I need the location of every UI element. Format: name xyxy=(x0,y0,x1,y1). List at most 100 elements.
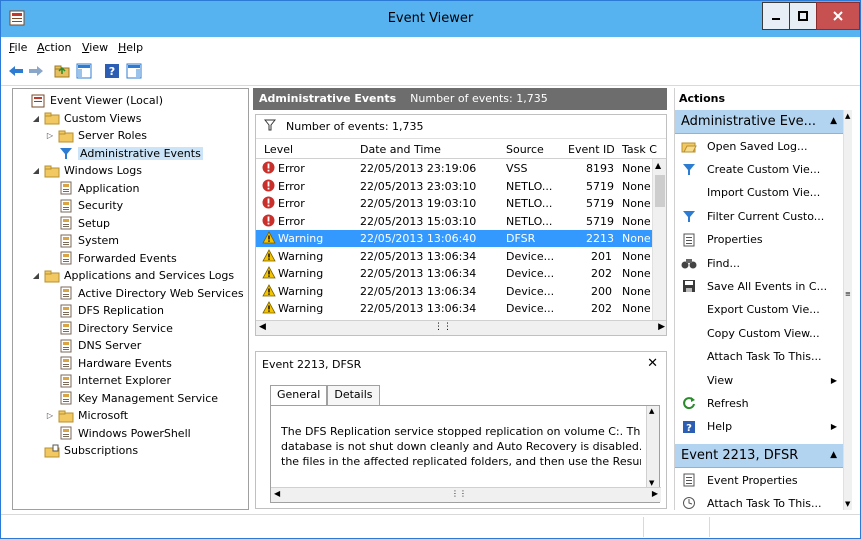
menu-view[interactable]: View xyxy=(82,41,108,54)
event-description[interactable]: The DFS Replication service stopped repl… xyxy=(270,405,661,503)
expand-toggle-icon[interactable]: ◢ xyxy=(31,271,41,280)
folder-up-icon[interactable] xyxy=(53,62,71,80)
tree-item-dfs-replication[interactable]: DFS Replication xyxy=(45,302,164,319)
menu-file[interactable]: File xyxy=(9,41,27,54)
event-id: 201 xyxy=(591,249,612,263)
back-icon[interactable] xyxy=(7,62,25,80)
event-row[interactable]: Warning 22/05/2013 13:06:34 Device... 201 No… xyxy=(256,248,654,265)
expand-toggle-icon[interactable]: ◢ xyxy=(31,114,41,123)
col-date[interactable]: Date and Time xyxy=(360,143,441,156)
action-view[interactable]: View ▶ xyxy=(675,369,845,391)
folder-icon xyxy=(44,269,60,283)
forward-icon[interactable] xyxy=(27,62,45,80)
tree-item-label: Hardware Events xyxy=(78,356,172,370)
event-row[interactable]: Warning 22/05/2013 13:06:34 Device... 202 No… xyxy=(256,300,654,317)
action-import-custom-vie[interactable]: Import Custom Vie... xyxy=(675,182,845,204)
actions-group-administrative-events[interactable]: Administrative Eve... ▲ xyxy=(675,110,845,134)
action-find[interactable]: Find... xyxy=(675,252,845,274)
action-label: Event Properties xyxy=(707,473,798,487)
action-copy-custom-view[interactable]: Copy Custom View... xyxy=(675,322,845,344)
action-refresh[interactable]: Refresh xyxy=(675,392,845,414)
tree-item-internet-explorer[interactable]: Internet Explorer xyxy=(45,372,171,389)
description-hscroll[interactable]: ◀ ⋮⋮ ▶ xyxy=(271,487,661,502)
action-create-custom-vie[interactable]: Create Custom Vie... xyxy=(675,158,845,180)
action-attach-task-to-this[interactable]: Attach Task To This... xyxy=(675,346,845,368)
tree-item-administrative-events[interactable]: Administrative Events xyxy=(45,145,203,162)
action-save-all-events-in-c[interactable]: Save All Events in C... xyxy=(675,275,845,297)
scroll-left-icon[interactable]: ◀ xyxy=(259,322,266,332)
actions-group-event[interactable]: Event 2213, DFSR ▲ xyxy=(675,444,845,468)
expand-toggle-icon[interactable]: ▷ xyxy=(45,131,55,140)
actions-vscroll[interactable]: ▲ ≡ ▼ xyxy=(843,110,852,510)
action-attach-task-to-this[interactable]: Attach Task To This... xyxy=(675,492,845,514)
tree-item-microsoft[interactable]: ▷ Microsoft xyxy=(45,407,128,424)
event-row[interactable]: Error 22/05/2013 15:03:10 NETLO... 5719 None xyxy=(256,213,654,230)
menu-action[interactable]: Action xyxy=(37,41,71,54)
event-row[interactable]: Error 22/05/2013 23:19:06 VSS 8193 None xyxy=(256,160,654,177)
close-button[interactable] xyxy=(816,2,860,30)
col-event-id[interactable]: Event ID xyxy=(568,143,615,156)
event-date: 22/05/2013 15:03:10 xyxy=(360,214,477,228)
tree-item-server-roles[interactable]: ▷ Server Roles xyxy=(45,127,147,144)
tree-item-subscriptions[interactable]: Subscriptions xyxy=(31,442,138,459)
show-hide-tree-icon[interactable] xyxy=(75,62,93,80)
event-list-hscroll[interactable]: ◀ ⋮⋮ ▶ xyxy=(256,320,666,335)
tree-item-hardware-events[interactable]: Hardware Events xyxy=(45,355,172,372)
tree-item-security[interactable]: Security xyxy=(45,197,123,214)
event-source: Device... xyxy=(506,284,555,298)
tree-item-windows-powershell[interactable]: Windows PowerShell xyxy=(45,425,191,442)
action-event-properties[interactable]: Event Properties xyxy=(675,469,845,491)
svg-text:?: ? xyxy=(109,65,115,78)
tree-item-application[interactable]: Application xyxy=(45,180,139,197)
tree-item-key-management-service[interactable]: Key Management Service xyxy=(45,390,218,407)
close-detail-icon[interactable]: ✕ xyxy=(647,356,658,371)
tab-details[interactable]: Details xyxy=(327,385,380,405)
menu-help[interactable]: Help xyxy=(118,41,143,54)
tree-item-windows-logs[interactable]: ◢ Windows Logs xyxy=(31,162,142,179)
collapse-icon[interactable]: ▲ xyxy=(830,450,837,460)
window-title: Event Viewer xyxy=(387,11,474,26)
action-properties[interactable]: Properties xyxy=(675,229,845,251)
properties-icon xyxy=(681,233,697,247)
tree-item-custom-views[interactable]: ◢ Custom Views xyxy=(31,110,141,127)
scroll-thumb[interactable] xyxy=(655,175,665,207)
tree-item-setup[interactable]: Setup xyxy=(45,215,110,232)
event-row[interactable]: Warning 22/05/2013 13:06:34 Device... 200 No… xyxy=(256,283,654,300)
action-help[interactable]: ? Help ▶ xyxy=(675,416,845,438)
filter-icon xyxy=(58,146,74,160)
show-action-pane-icon[interactable] xyxy=(125,62,143,80)
blank-icon xyxy=(681,326,697,340)
col-task[interactable]: Task C xyxy=(622,143,657,156)
help-icon[interactable]: ? xyxy=(103,62,121,80)
action-export-custom-vie[interactable]: Export Custom Vie... xyxy=(675,299,845,321)
tree-item-active-directory-web-services[interactable]: Active Directory Web Services xyxy=(45,285,244,302)
tree-item-event-viewer-local-[interactable]: Event Viewer (Local) xyxy=(17,92,163,109)
action-filter-current-custo[interactable]: Filter Current Custo... xyxy=(675,205,845,227)
event-row[interactable]: Warning 22/05/2013 13:06:34 Device... 202 No… xyxy=(256,265,654,282)
collapse-icon[interactable]: ▲ xyxy=(830,116,837,126)
minimize-button[interactable] xyxy=(762,2,790,30)
tree-item-directory-service[interactable]: Directory Service xyxy=(45,320,173,337)
col-level[interactable]: Level xyxy=(264,143,293,156)
event-row[interactable]: Error 22/05/2013 23:03:10 NETLO... 5719 None xyxy=(256,178,654,195)
scroll-up-icon[interactable]: ▲ xyxy=(655,161,661,170)
maximize-button[interactable] xyxy=(789,2,817,30)
event-date: 22/05/2013 23:19:06 xyxy=(360,162,477,175)
expand-toggle-icon[interactable]: ◢ xyxy=(31,166,41,175)
action-label: Save All Events in C... xyxy=(707,279,828,293)
description-vscroll[interactable]: ▲ ▼ xyxy=(646,406,659,488)
event-list-vscroll[interactable]: ▲ ▼ xyxy=(652,159,666,335)
scroll-right-icon[interactable]: ▶ xyxy=(658,322,665,332)
tree-item-system[interactable]: System xyxy=(45,232,119,249)
scroll-grip-icon[interactable]: ⋮⋮ xyxy=(434,322,452,332)
tree-item-dns-server[interactable]: DNS Server xyxy=(45,337,141,354)
tree-item-forwarded-events[interactable]: Forwarded Events xyxy=(45,250,177,267)
col-source[interactable]: Source xyxy=(506,143,544,156)
event-row[interactable]: Warning 22/05/2013 13:06:40 DFSR 2213 None xyxy=(256,230,654,247)
event-row[interactable]: Error 22/05/2013 19:03:10 NETLO... 5719 None xyxy=(256,195,654,212)
event-date: 22/05/2013 13:06:34 xyxy=(360,249,477,263)
tab-general[interactable]: General xyxy=(270,385,328,406)
tree-item-applications-and-services-logs[interactable]: ◢ Applications and Services Logs xyxy=(31,267,234,284)
action-open-saved-log[interactable]: Open Saved Log... xyxy=(675,135,845,157)
expand-toggle-icon[interactable]: ▷ xyxy=(45,411,55,420)
